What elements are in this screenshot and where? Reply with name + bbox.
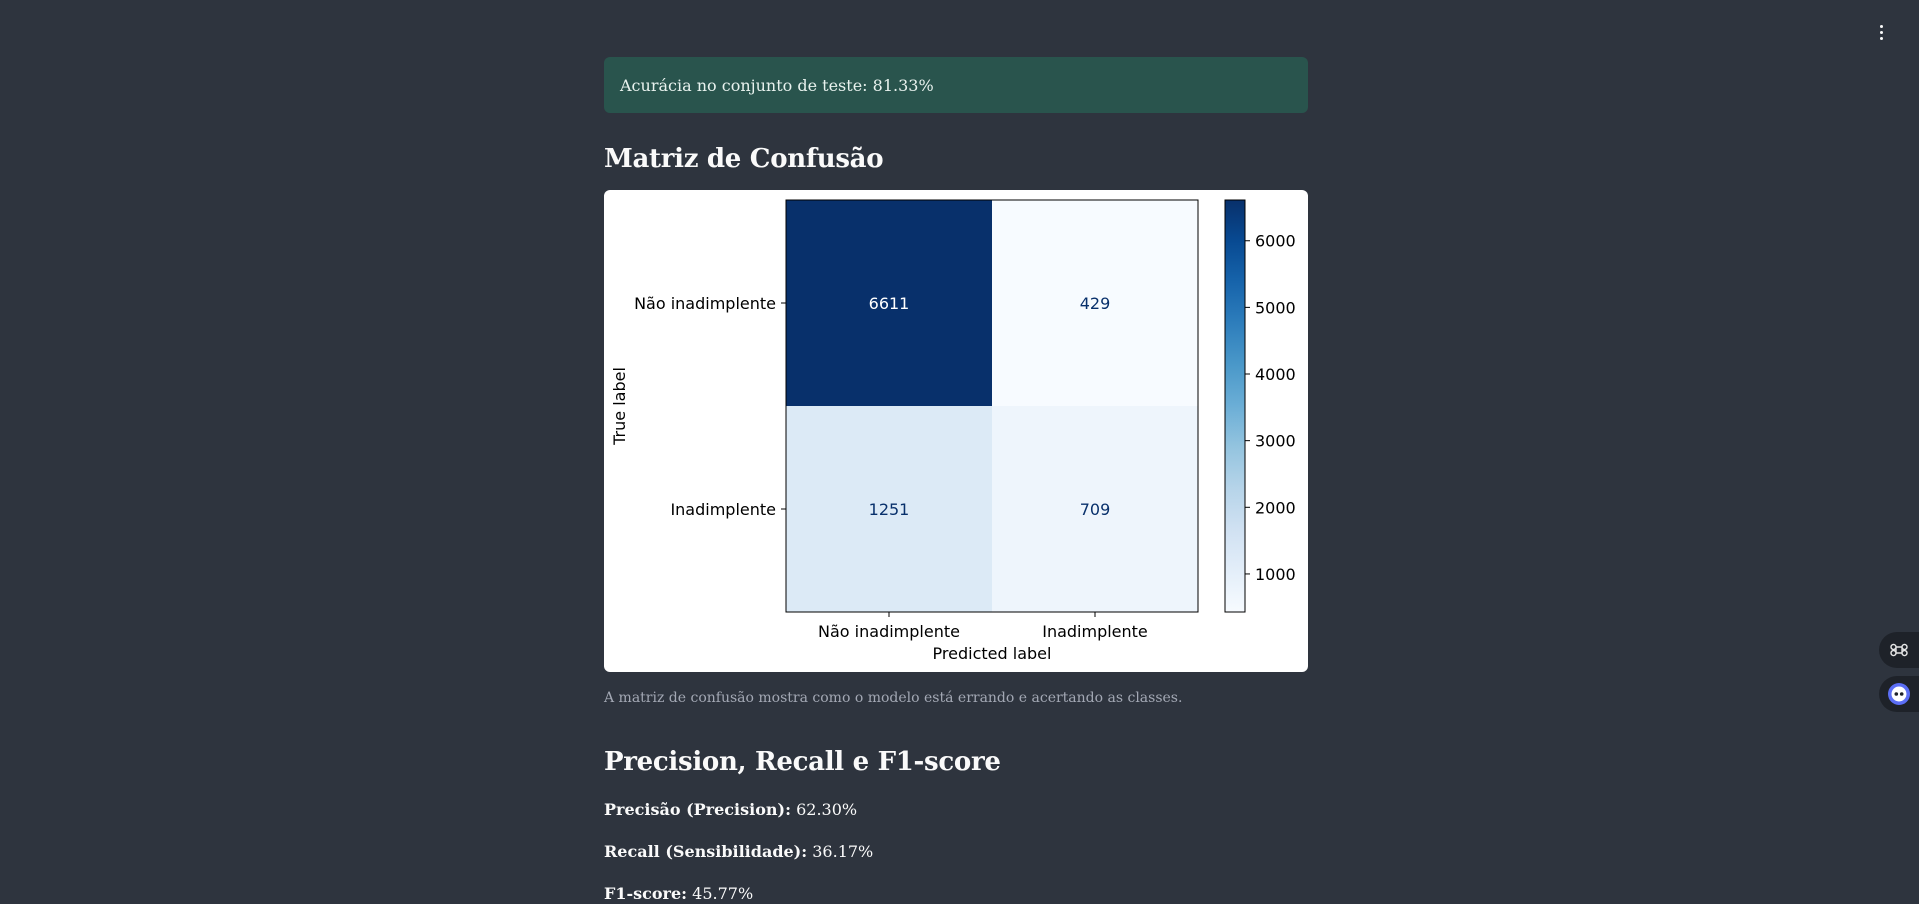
precision-metric: Precisão (Precision): 62.30%: [604, 800, 1308, 820]
f1-value: 45.77%: [692, 884, 754, 903]
x-tick-label: Não inadimplente: [818, 622, 960, 641]
cm-cell-label-1-0: 1251: [869, 500, 910, 519]
main-content: Acurácia no conjunto de teste: 81.33% Ma…: [604, 57, 1308, 904]
colorbar-tick-label: 4000: [1255, 365, 1296, 384]
cm-cell-label-1-1: 709: [1080, 500, 1111, 519]
colorbar-tick-label: 2000: [1255, 498, 1296, 517]
x-tick-label: Inadimplente: [1042, 622, 1148, 641]
x-axis-label: Predicted label: [933, 644, 1052, 663]
colorbar: [1224, 199, 1246, 613]
kebab-menu-icon: [1879, 24, 1883, 28]
recall-metric: Recall (Sensibilidade): 36.17%: [604, 842, 1308, 862]
confusion-matrix-chart: 6611 429 1251 709 Não inadimplente Inadimplen…: [604, 190, 1308, 672]
main-menu-button[interactable]: [1868, 18, 1894, 46]
f1-metric: F1-score: 45.77%: [604, 884, 1308, 904]
colorbar-tick-label: 1000: [1255, 565, 1296, 584]
recall-value: 36.17%: [812, 842, 874, 861]
assistant-button[interactable]: [1879, 676, 1919, 712]
colorbar-tick-label: 5000: [1255, 298, 1296, 317]
precision-label: Precisão (Precision):: [604, 800, 791, 819]
colorbar-tick-label: 3000: [1255, 432, 1296, 451]
y-tick-label: Não inadimplente: [634, 294, 776, 313]
confusion-matrix-title: Matriz de Confusão: [604, 144, 884, 174]
accuracy-alert: Acurácia no conjunto de teste: 81.33%: [604, 57, 1308, 113]
confusion-matrix-svg: 6611 429 1251 709 Não inadimplente Inadimplen…: [610, 199, 1296, 663]
recall-label: Recall (Sensibilidade):: [604, 842, 808, 861]
precision-value: 62.30%: [796, 800, 858, 819]
cm-cell-label-0-1: 429: [1080, 294, 1111, 313]
y-axis-label: True label: [610, 367, 629, 446]
accuracy-text: Acurácia no conjunto de teste: 81.33%: [620, 75, 934, 95]
y-tick-label: Inadimplente: [670, 500, 776, 519]
command-key-icon: [1890, 643, 1908, 657]
colorbar-tick-label: 6000: [1255, 232, 1296, 251]
assistant-bot-icon: [1888, 683, 1910, 705]
confusion-caption: A matriz de confusão mostra como o model…: [604, 690, 1183, 706]
metrics-title: Precision, Recall e F1-score: [604, 747, 1001, 777]
f1-label: F1-score:: [604, 884, 688, 903]
cm-cell-label-0-0: 6611: [869, 294, 910, 313]
command-palette-button[interactable]: [1879, 632, 1919, 668]
